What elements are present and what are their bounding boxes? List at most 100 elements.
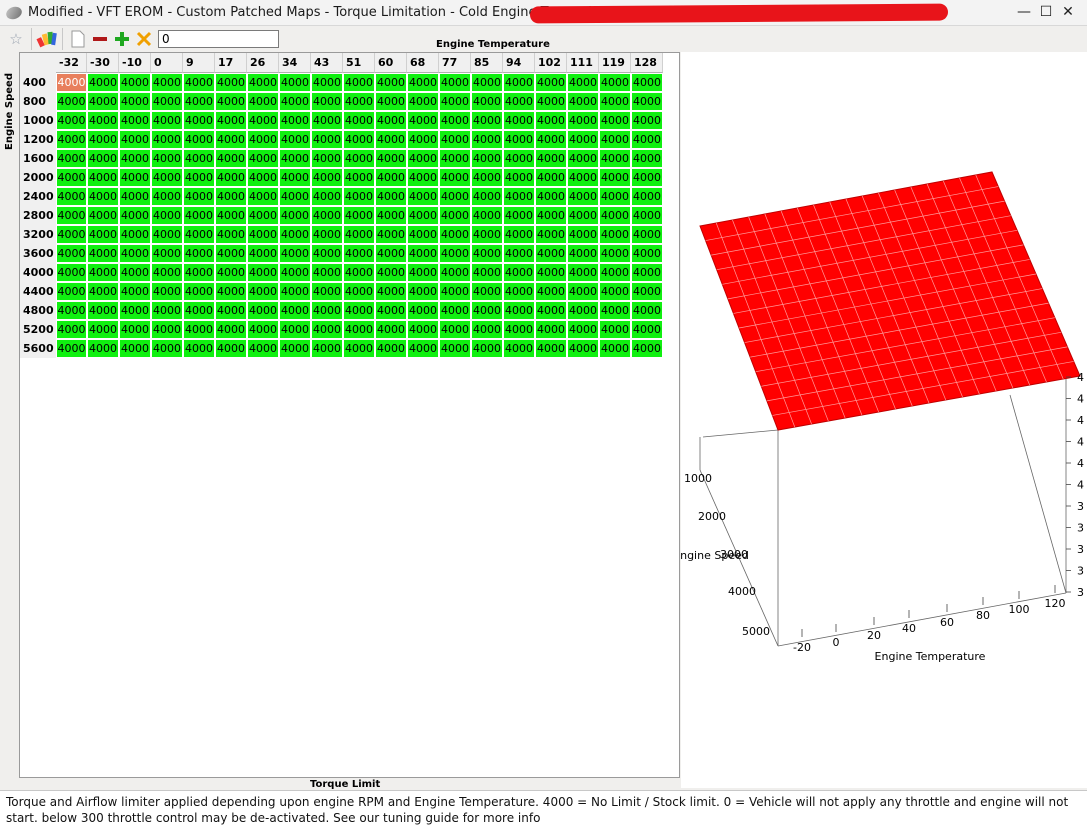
table-cell[interactable]: 4000 [344, 131, 374, 148]
table-cell[interactable]: 4000 [57, 188, 86, 205]
table-cell[interactable]: 4000 [600, 131, 630, 148]
table-cell[interactable]: 4000 [376, 226, 406, 243]
row-header[interactable]: 4000 [20, 263, 56, 282]
table-cell[interactable]: 4000 [280, 150, 310, 167]
table-cell[interactable]: 4000 [248, 112, 278, 129]
column-header[interactable]: 119 [599, 53, 631, 73]
table-cell[interactable]: 4000 [632, 264, 662, 281]
row-header[interactable]: 2800 [20, 206, 56, 225]
table-cell[interactable]: 4000 [152, 264, 182, 281]
table-cell[interactable]: 4000 [600, 340, 630, 357]
table-cell[interactable]: 4000 [152, 340, 182, 357]
table-cell[interactable]: 4000 [120, 321, 150, 338]
add-icon[interactable] [111, 28, 133, 50]
table-cell[interactable]: 4000 [408, 169, 438, 186]
table-cell[interactable]: 4000 [344, 112, 374, 129]
row-header[interactable]: 5200 [20, 320, 56, 339]
table-cell[interactable]: 4000 [632, 188, 662, 205]
table-cell[interactable]: 4000 [472, 112, 502, 129]
row-header[interactable]: 2400 [20, 187, 56, 206]
table-cell[interactable]: 4000 [248, 169, 278, 186]
table-cell[interactable]: 4000 [600, 74, 630, 91]
table-cell[interactable]: 4000 [600, 150, 630, 167]
table-cell[interactable]: 4000 [472, 74, 502, 91]
table-cell[interactable]: 4000 [184, 150, 214, 167]
table-cell[interactable]: 4000 [632, 169, 662, 186]
table-cell[interactable]: 4000 [57, 321, 86, 338]
table-cell[interactable]: 4000 [632, 131, 662, 148]
page-icon[interactable] [67, 28, 89, 50]
table-cell[interactable]: 4000 [312, 169, 342, 186]
column-header[interactable]: 77 [439, 53, 471, 73]
table-cell[interactable]: 4000 [440, 188, 470, 205]
table-cell[interactable]: 4000 [440, 169, 470, 186]
table-cell[interactable]: 4000 [57, 245, 86, 262]
table-cell[interactable]: 4000 [248, 245, 278, 262]
table-cell[interactable]: 4000 [536, 302, 566, 319]
table-cell[interactable]: 4000 [536, 74, 566, 91]
table-cell[interactable]: 4000 [152, 283, 182, 300]
table-cell[interactable]: 4000 [88, 169, 118, 186]
column-header[interactable]: 128 [631, 53, 663, 73]
table-cell[interactable]: 4000 [344, 150, 374, 167]
table-cell[interactable]: 4000 [184, 112, 214, 129]
table-cell[interactable]: 4000 [536, 283, 566, 300]
table-cell[interactable]: 4000 [440, 131, 470, 148]
column-header[interactable]: 17 [215, 53, 247, 73]
table-cell[interactable]: 4000 [600, 112, 630, 129]
table-cell[interactable]: 4000 [344, 283, 374, 300]
table-cell[interactable]: 4000 [536, 188, 566, 205]
table-cell[interactable]: 4000 [440, 150, 470, 167]
table-cell[interactable]: 4000 [120, 131, 150, 148]
table-cell[interactable]: 4000 [536, 245, 566, 262]
table-cell[interactable]: 4000 [536, 93, 566, 110]
maximize-button[interactable]: ☐ [1035, 2, 1057, 22]
table-cell[interactable]: 4000 [152, 169, 182, 186]
table-cell[interactable]: 4000 [312, 340, 342, 357]
table-cell[interactable]: 4000 [632, 321, 662, 338]
table-cell[interactable]: 4000 [152, 302, 182, 319]
table-cell[interactable]: 4000 [472, 264, 502, 281]
table-cell[interactable]: 4000 [344, 188, 374, 205]
table-cell[interactable]: 4000 [280, 321, 310, 338]
table-cell[interactable]: 4000 [216, 264, 246, 281]
row-header[interactable]: 4400 [20, 282, 56, 301]
table-cell[interactable]: 4000 [632, 74, 662, 91]
table-cell[interactable]: 4000 [504, 131, 534, 148]
table-cell[interactable]: 4000 [280, 340, 310, 357]
table-cell[interactable]: 4000 [216, 245, 246, 262]
table-cell[interactable]: 4000 [440, 283, 470, 300]
row-header[interactable]: 400 [20, 73, 56, 92]
column-header[interactable]: 26 [247, 53, 279, 73]
table-cell[interactable]: 4000 [568, 245, 598, 262]
table-cell[interactable]: 4000 [216, 321, 246, 338]
table-cell[interactable]: 4000 [312, 188, 342, 205]
table-cell[interactable]: 4000 [600, 321, 630, 338]
table-cell[interactable]: 4000 [600, 302, 630, 319]
table-cell[interactable]: 4000 [632, 93, 662, 110]
table-cell[interactable]: 4000 [568, 283, 598, 300]
table-cell[interactable]: 4000 [408, 74, 438, 91]
table-cell[interactable]: 4000 [600, 264, 630, 281]
table-cell[interactable]: 4000 [184, 302, 214, 319]
close-button[interactable]: ✕ [1057, 2, 1079, 22]
table-cell[interactable]: 4000 [88, 302, 118, 319]
row-header[interactable]: 1200 [20, 130, 56, 149]
table-cell[interactable]: 4000 [120, 264, 150, 281]
table-cell[interactable]: 4000 [248, 150, 278, 167]
table-cell[interactable]: 4000 [88, 93, 118, 110]
table-cell[interactable]: 4000 [88, 207, 118, 224]
table-cell[interactable]: 4000 [472, 245, 502, 262]
table-cell[interactable]: 4000 [504, 283, 534, 300]
table-cell[interactable]: 4000 [57, 340, 86, 357]
table-cell[interactable]: 4000 [312, 245, 342, 262]
table-cell[interactable]: 4000 [88, 74, 118, 91]
table-cell[interactable]: 4000 [248, 131, 278, 148]
table-cell[interactable]: 4000 [536, 321, 566, 338]
table-cell[interactable]: 4000 [216, 131, 246, 148]
table-cell[interactable]: 4000 [376, 340, 406, 357]
table-cell[interactable]: 4000 [184, 188, 214, 205]
table-cell[interactable]: 4000 [184, 321, 214, 338]
table-cell[interactable]: 4000 [408, 150, 438, 167]
table-cell[interactable]: 4000 [120, 340, 150, 357]
